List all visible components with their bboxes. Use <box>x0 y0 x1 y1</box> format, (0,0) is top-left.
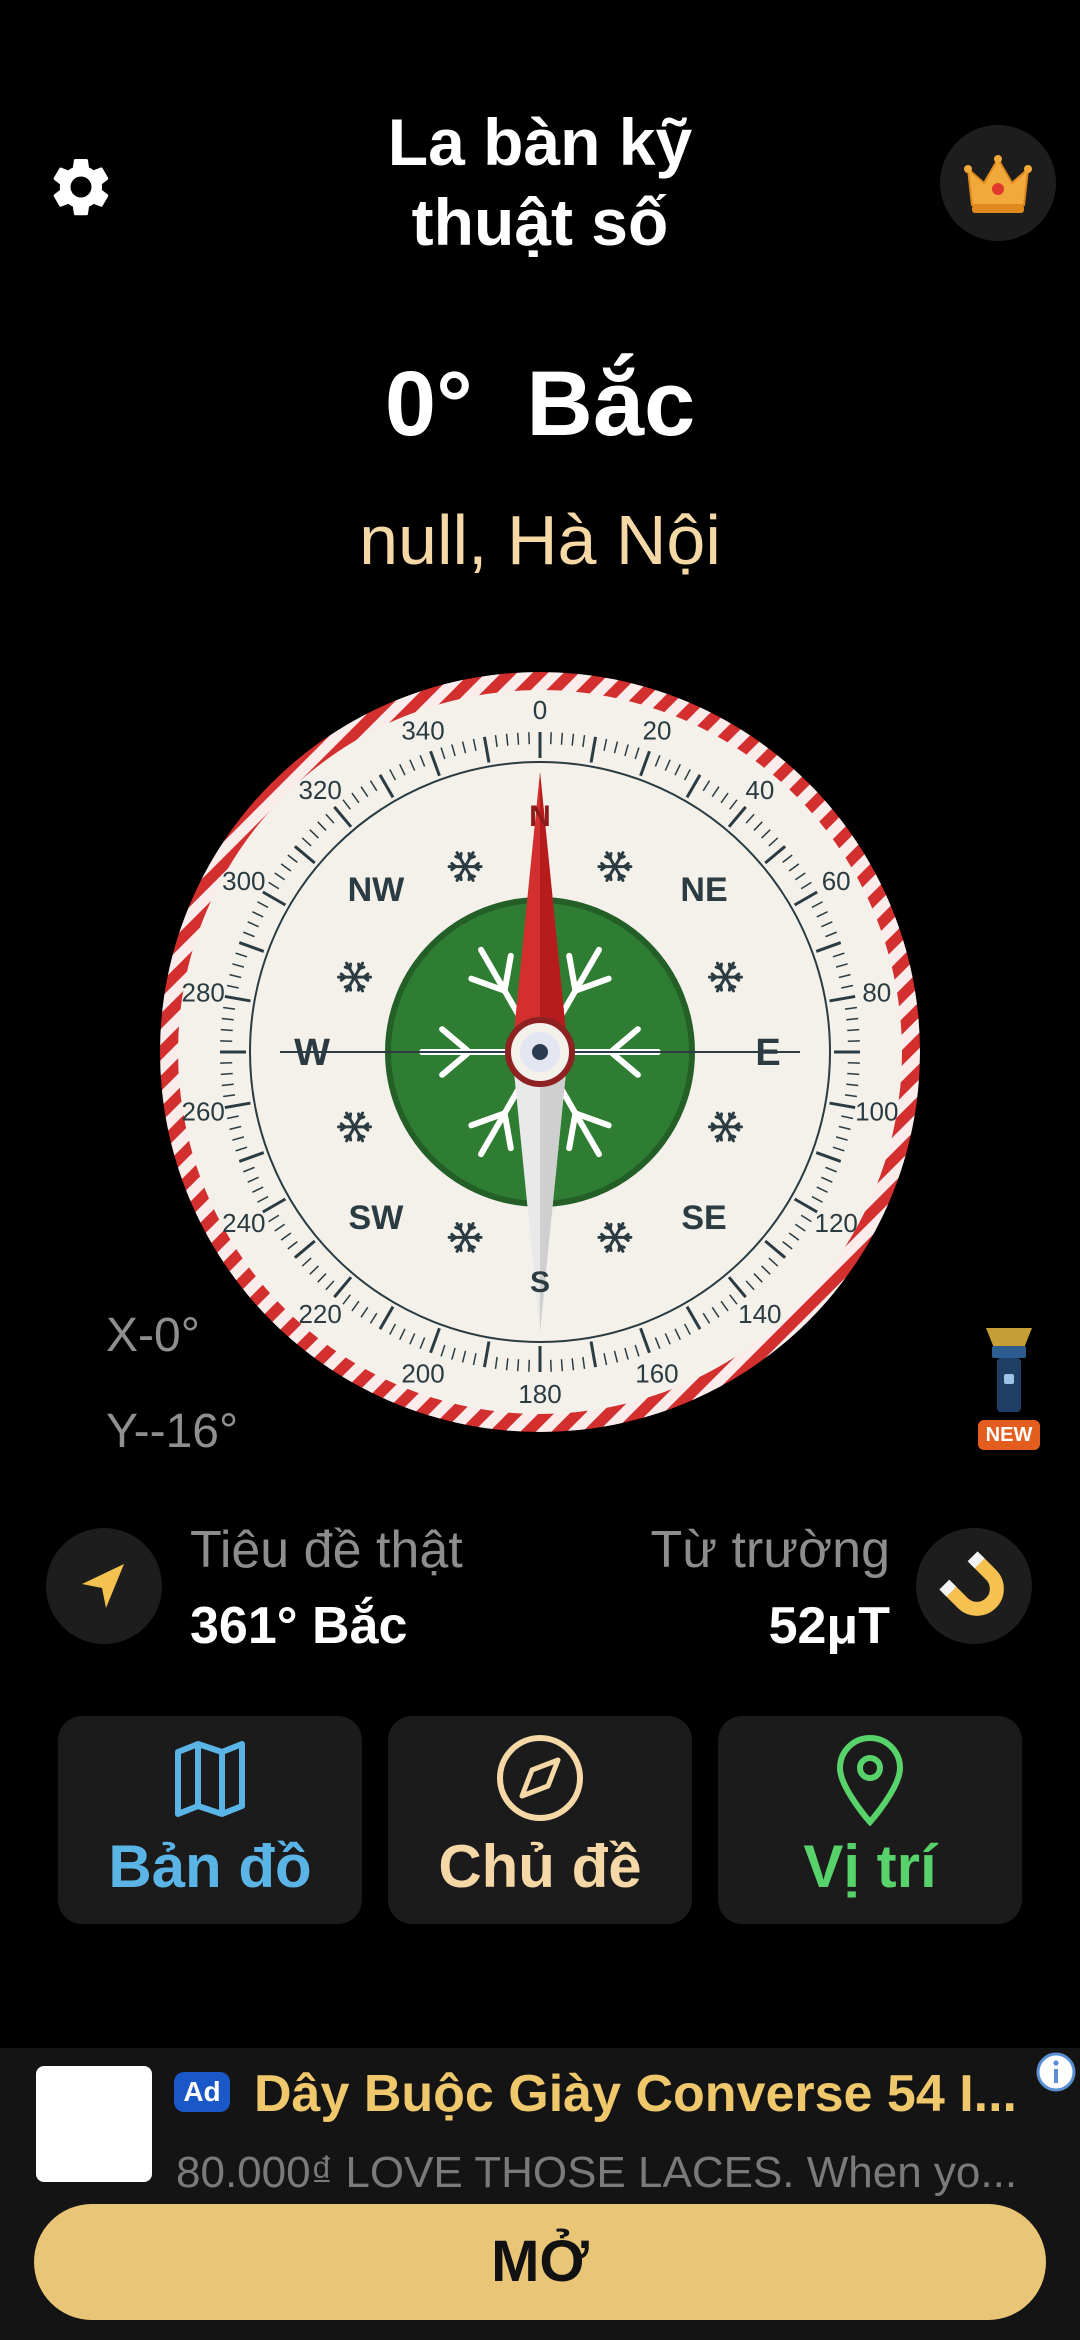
magnetic-field-value: 52μT <box>768 1597 890 1655</box>
degree-label: 120 <box>814 1208 857 1238</box>
degree-label: 20 <box>643 716 672 746</box>
degree-label: 40 <box>745 775 774 805</box>
compass-tick <box>516 732 520 745</box>
intercardinal-label: SW <box>349 1199 405 1237</box>
degree-label: 340 <box>401 716 444 746</box>
degree-label: 60 <box>822 866 851 896</box>
svg-text:N: N <box>529 800 551 833</box>
tilt-y: Y--16° <box>106 1405 239 1458</box>
ad-description[interactable]: 80.000₫ LOVE THOSE LACES. When yo... <box>176 2148 1046 2198</box>
tilt-x: X-0° <box>106 1309 200 1362</box>
true-heading-value: 361° Bắc <box>190 1597 408 1655</box>
degree-label: 300 <box>222 866 265 896</box>
intercardinal-label: SE <box>681 1199 726 1237</box>
location-card[interactable]: Vị trí <box>718 1716 1022 1924</box>
app-title-line2: thuật số <box>411 185 669 259</box>
degree-label: 180 <box>518 1379 561 1409</box>
heading-readout: 0° Bắc <box>0 352 1080 457</box>
map-label: Bản đồ <box>108 1833 312 1900</box>
compass-tick <box>220 1072 233 1076</box>
degree-label: 260 <box>182 1096 225 1126</box>
magnet-icon <box>939 1551 1004 1616</box>
heading-degrees: 0° <box>384 353 473 455</box>
app-title: La bàn kỹ thuật số <box>300 102 780 262</box>
degree-label: 280 <box>182 978 225 1008</box>
settings-button[interactable] <box>46 152 116 222</box>
degree-label: 220 <box>298 1299 341 1329</box>
true-heading-label: Tiêu đề thật <box>190 1521 463 1579</box>
intercardinal-label: NE <box>680 871 727 909</box>
premium-button[interactable] <box>940 125 1056 241</box>
degree-label: 240 <box>222 1208 265 1238</box>
true-heading-button[interactable] <box>46 1528 162 1644</box>
location-label-card: Vị trí <box>803 1833 937 1900</box>
map-card[interactable]: Bản đồ <box>58 1716 362 1924</box>
navigation-arrow-icon <box>82 1564 124 1608</box>
map-icon <box>175 1741 245 1817</box>
gear-icon <box>53 159 109 216</box>
compass-dial: 0 20 40 60 80 100 120 140 160 180 200 220 240 260 280 3… <box>160 672 920 1432</box>
crown-icon <box>964 155 1032 213</box>
degree-label: 0 <box>533 695 547 725</box>
compass-tick <box>847 1072 860 1076</box>
degree-label: 80 <box>862 978 891 1008</box>
ad-badge: Ad <box>174 2072 230 2112</box>
heading-direction: Bắc <box>526 353 696 455</box>
ad-info-button[interactable] <box>1034 2050 1078 2094</box>
compass-tick <box>220 1028 233 1032</box>
compass-tick <box>560 1359 564 1372</box>
flashlight-icon <box>986 1328 1032 1412</box>
flashlight-button[interactable]: NEW <box>976 1328 1042 1454</box>
degree-label: 320 <box>298 775 341 805</box>
location-pin-icon <box>836 1735 904 1826</box>
location-label: null, Hà Nội <box>359 501 721 579</box>
theme-label: Chủ đề <box>438 1833 642 1900</box>
compass-tick <box>560 732 564 745</box>
intercardinal-label: NW <box>348 871 406 909</box>
compass-tick <box>516 1359 520 1372</box>
app-title-line1: La bàn kỹ <box>387 105 693 179</box>
ad-title[interactable]: Dây Buộc Giày Converse 54 I... <box>254 2064 1044 2124</box>
svg-text:S: S <box>530 1266 550 1299</box>
theme-card[interactable]: Chủ đề <box>388 1716 692 1924</box>
info-icon <box>1036 2052 1076 2092</box>
degree-label: 140 <box>738 1299 781 1329</box>
degree-label: 160 <box>635 1358 678 1388</box>
ad-open-button[interactable]: MỞ <box>34 2204 1046 2320</box>
degree-label: 100 <box>855 1096 898 1126</box>
magnetic-field-label: Từ trường <box>650 1521 890 1579</box>
compass-icon <box>497 1735 583 1821</box>
ad-thumbnail[interactable] <box>36 2066 152 2182</box>
compass-tick <box>847 1028 860 1032</box>
degree-label: 200 <box>401 1358 444 1388</box>
compass-graphic: 0 20 40 60 80 100 120 140 160 180 200 220 240 260 280 3… <box>160 672 920 1432</box>
magnetic-field-button[interactable] <box>916 1528 1032 1644</box>
new-badge: NEW <box>978 1420 1040 1450</box>
